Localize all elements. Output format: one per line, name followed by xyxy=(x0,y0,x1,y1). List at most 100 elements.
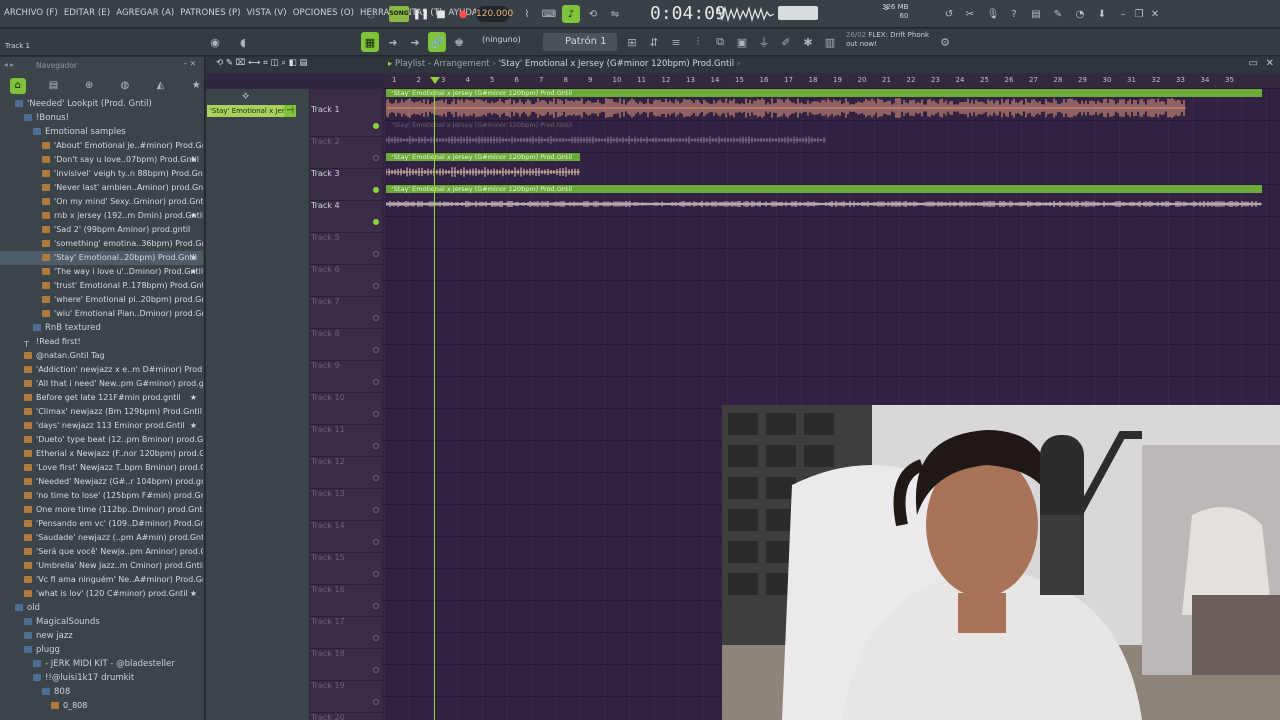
track-header[interactable]: Track 5 xyxy=(310,233,382,265)
typing-keyboard-icon[interactable]: ⌇ xyxy=(518,5,536,23)
download-icon[interactable]: ⬇ xyxy=(1093,5,1111,23)
browser-file[interactable]: 'Don't say u love..07bpm) Prod.Gntil ★ xyxy=(0,153,203,167)
track-header[interactable]: Track 7 xyxy=(310,297,382,329)
stamp-icon[interactable]: ♚ xyxy=(450,32,468,52)
track-header[interactable]: Track 12 xyxy=(310,457,382,489)
track-mute-led[interactable] xyxy=(373,507,379,513)
browser-folder[interactable]: RnB textured xyxy=(0,321,203,335)
browser-file[interactable]: 'Needed' Newjazz (G#..r 104bpm) prod.gnt… xyxy=(0,475,203,489)
browser-file[interactable]: 'something' emotina..36bpm) Prod.Gntil xyxy=(0,237,203,251)
track-mute-led[interactable] xyxy=(373,251,379,257)
browser-file[interactable]: 'Umbrella' New Jazz..m Cminor) prod.Gnti… xyxy=(0,559,203,573)
browser-file[interactable]: Before get late 121F#min prod.gntil ★ xyxy=(0,391,203,405)
browser-folder[interactable]: - JERK MIDI KIT - @bladesteller xyxy=(0,657,203,671)
pattern-song-toggle[interactable]: SONG xyxy=(389,6,409,22)
record-button[interactable]: ● xyxy=(454,5,472,23)
track-header[interactable]: Track 13 xyxy=(310,489,382,521)
menu-view[interactable]: VISTA (V) xyxy=(247,8,287,18)
track-mute-led[interactable] xyxy=(373,187,379,193)
favorite-star-icon[interactable]: ★ xyxy=(190,209,197,223)
browser-file[interactable]: 'days' newjazz 113 Eminor prod.Gntil ★ xyxy=(0,419,203,433)
browser-file[interactable]: 'The way i love u'..Dminor) Prod.Gntil ★ xyxy=(0,265,203,279)
snap-arrow-icon[interactable]: ➜ xyxy=(384,32,402,52)
pattern-selector[interactable]: Patrón 1 xyxy=(543,33,617,51)
browser-file[interactable]: 'trust' Emotional P..178bpm) Prod.Gntil xyxy=(0,279,203,293)
browser-file[interactable]: 'Sad 2' (99bpm Aminor) prod.gntil xyxy=(0,223,203,237)
track-mute-led[interactable] xyxy=(373,539,379,545)
track-header[interactable]: Track 2 xyxy=(310,137,382,169)
favorite-star-icon[interactable]: ★ xyxy=(190,391,197,405)
track-mute-led[interactable] xyxy=(373,571,379,577)
track-header[interactable]: Track 3 xyxy=(310,169,382,201)
track-mute-led[interactable] xyxy=(373,443,379,449)
browser-folder[interactable]: Emotional samples xyxy=(0,125,203,139)
save-icon[interactable]: ▤ xyxy=(1027,5,1045,23)
menu-patterns[interactable]: PATRONES (P) xyxy=(180,8,240,18)
track-mute-led[interactable] xyxy=(373,347,379,353)
browser-all-button[interactable]: ⌂ xyxy=(10,78,26,94)
browser-project-icon[interactable]: ▤ xyxy=(46,78,62,94)
pattern-clone-icon[interactable]: ⊞ xyxy=(623,32,641,52)
news-panel[interactable]: 26/02 FLEX: Drift Phonk out now! xyxy=(846,31,929,49)
track-header[interactable]: Track 20 xyxy=(310,713,382,720)
track-mute-led[interactable] xyxy=(373,283,379,289)
menu-add[interactable]: AGREGAR (A) xyxy=(116,8,174,18)
browser-file[interactable]: 'Será que você' Newja..pm Aminor) prod.G… xyxy=(0,545,203,559)
browser-file[interactable]: 'Stay' Emotional..20bpm) Prod.Gntil ★ xyxy=(0,251,203,265)
favorite-star-icon[interactable]: ★ xyxy=(190,265,197,279)
menu-file[interactable]: ARCHIVO (F) xyxy=(4,8,58,18)
tag-icon[interactable]: ✎ xyxy=(1049,5,1067,23)
track-mute-led[interactable] xyxy=(373,667,379,673)
browser-file[interactable]: 'invisivel' veigh ty..n 88bpm) Prod.Gnti… xyxy=(0,167,203,181)
mic-icon[interactable]: 🎙 xyxy=(984,5,1002,23)
track-header[interactable]: Track 14 xyxy=(310,521,382,553)
track-mute-led[interactable] xyxy=(373,155,379,161)
browser-file[interactable]: T !Read first! xyxy=(0,335,203,349)
playlist-window-button[interactable]: ▦ xyxy=(361,32,379,52)
timeline-ruler[interactable]: 1 2 3 4 5 6 7 8 9 10 11 12 13 14 15 16 17 18 19 20 21 22 23 24 2… xyxy=(384,73,1280,89)
browser-file[interactable]: 'Never last' ambien..Aminor) prod.Gntil xyxy=(0,181,203,195)
audio-clip[interactable]: 'Stay' Emotional x Jersey (G#minor 120bp… xyxy=(386,121,830,152)
track-header[interactable]: Track 17 xyxy=(310,617,382,649)
track-mute-led[interactable] xyxy=(373,315,379,321)
wrench-icon[interactable]: ✱ xyxy=(799,32,817,52)
browser-folder[interactable]: !Bonus! xyxy=(0,111,203,125)
step-sequencer-icon[interactable]: ➜ xyxy=(406,32,424,52)
browser-file[interactable]: 'Pensando em vc' (109..D#minor) Prod.Gnt… xyxy=(0,517,203,531)
playlist-close-icon[interactable]: ✕ xyxy=(1266,58,1274,69)
browser-folder[interactable]: 'Needed' Lookpit (Prod. Gntil) xyxy=(0,97,203,111)
browser-file[interactable]: 'where' Emotional pi..20bpm) prod.Gntil xyxy=(0,293,203,307)
step-edit-icon[interactable]: ⌨ xyxy=(540,5,558,23)
favorite-star-icon[interactable]: ★ xyxy=(190,153,197,167)
help-icon[interactable]: ? xyxy=(1005,5,1023,23)
browser-file[interactable]: 'Saudade' newjazz (..pm A#min) prod.Gnti… xyxy=(0,531,203,545)
track-header[interactable]: Track 4 xyxy=(310,201,382,233)
menu-edit[interactable]: EDITAR (E) xyxy=(64,8,110,18)
pattern-none-label[interactable]: (ninguno) xyxy=(482,35,521,44)
channel-rack-icon[interactable]: ⇵ xyxy=(645,32,663,52)
playhead-marker[interactable] xyxy=(430,77,440,84)
browser-file[interactable]: 'Dueto' type beat (12..pm Bminor) prod.G… xyxy=(0,433,203,447)
cut-icon[interactable]: ✂ xyxy=(961,5,979,23)
picker-clip-arrow-icon[interactable]: ⊣ xyxy=(284,105,296,117)
browser-file[interactable]: 'Climax' newjazz (Bm 129bpm) Prod.Gntil xyxy=(0,405,203,419)
playlist-tools-icons[interactable]: ⟲ ✎ ⌧ ⟷ ⌗ ◫ ⌕ ◧ ▤ xyxy=(216,58,307,68)
browser-folder[interactable]: new jazz xyxy=(0,629,203,643)
browser-file[interactable]: One more time (112bp..Dminor) prod.Gntil xyxy=(0,503,203,517)
play-pause-button[interactable]: ❚❚ xyxy=(412,5,430,23)
track-header[interactable]: Track 16 xyxy=(310,585,382,617)
browser-folder[interactable]: MagicalSounds xyxy=(0,615,203,629)
browser-sounds-icon[interactable]: ◍ xyxy=(117,78,133,94)
undo-icon[interactable]: ↺ xyxy=(940,5,958,23)
favorite-star-icon[interactable]: ★ xyxy=(190,587,197,601)
browser-file[interactable]: 'All that i need' New..pm G#minor) prod.… xyxy=(0,377,203,391)
picker-add-icon[interactable]: ⟡ xyxy=(242,89,249,103)
close-icon[interactable]: ✕ xyxy=(1146,5,1164,23)
browser-favorites-icon[interactable]: ★ xyxy=(188,78,204,94)
playlist-minimize-icon[interactable]: ▭ xyxy=(1249,58,1258,69)
browser-close-icon[interactable]: – ✕ xyxy=(184,59,196,68)
browser-file[interactable]: 'Addiction' newjazz x e..m D#minor) Prod… xyxy=(0,363,203,377)
track-lane[interactable] xyxy=(384,217,1280,249)
track-header[interactable]: Track 1 xyxy=(310,105,382,137)
piano-roll-icon[interactable]: ≡ xyxy=(667,32,685,52)
